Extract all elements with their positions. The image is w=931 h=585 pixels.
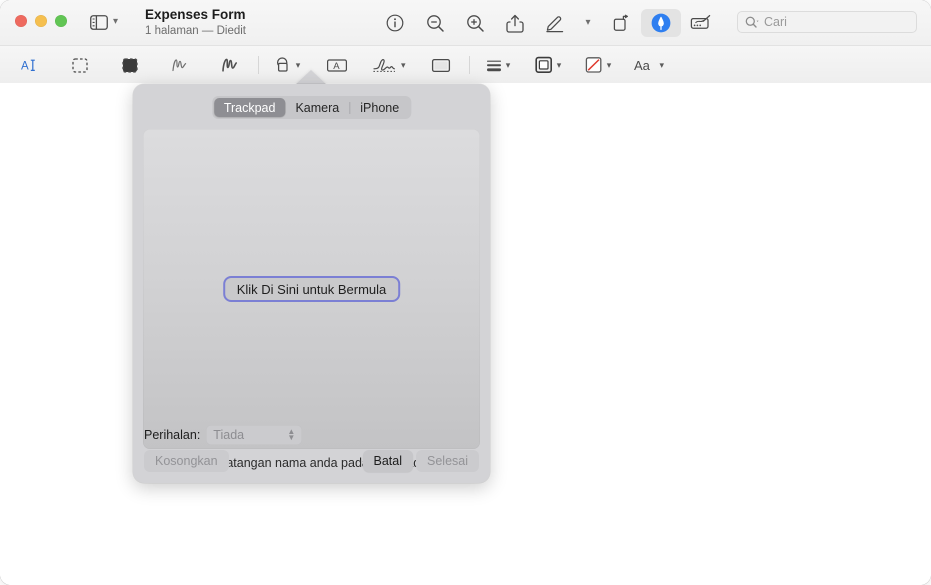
chevron-down-icon: ▾: [659, 59, 665, 70]
description-value: Tiada: [213, 428, 245, 442]
shape-style-button[interactable]: ▾: [480, 51, 516, 79]
highlight-button[interactable]: [641, 9, 681, 37]
fill-color-icon: [584, 56, 604, 74]
minimize-button[interactable]: [35, 15, 47, 27]
document-subtitle: 1 halaman — Diedit: [145, 25, 246, 37]
signature-button[interactable]: ▾: [369, 51, 409, 79]
zoom-in-icon: [466, 14, 485, 33]
highlight-icon: [650, 12, 672, 34]
rotate-button[interactable]: [601, 9, 641, 37]
rectangular-selection-icon: [71, 57, 89, 74]
font-style-button[interactable]: Aa ▾: [630, 51, 668, 79]
popover-tail: [295, 70, 327, 85]
note-icon: [431, 57, 451, 74]
sketch-icon: [170, 56, 190, 74]
signature-tool-button[interactable]: [681, 9, 721, 37]
info-icon: [386, 14, 404, 32]
search-input[interactable]: Cari: [737, 11, 917, 33]
description-row: Perihalan: Tiada ▲ ▼: [144, 425, 303, 445]
text-selection-icon: A: [20, 57, 40, 74]
description-label: Perihalan:: [144, 428, 201, 442]
share-button[interactable]: [495, 9, 535, 37]
border-color-icon: [534, 56, 554, 74]
chevron-down-icon: ▾: [585, 17, 591, 28]
rotate-icon: [612, 13, 631, 33]
chevron-down-icon: ▾: [505, 59, 511, 70]
svg-text:Aa: Aa: [634, 58, 651, 73]
markup-more-button[interactable]: ▾: [575, 9, 601, 37]
svg-text:A: A: [333, 61, 340, 72]
tab-kamera[interactable]: Kamera: [285, 98, 349, 117]
page-title: Expenses Form: [145, 7, 246, 22]
popover-button-row: Kosongkan Batal Selesai: [133, 450, 490, 476]
text-box-icon: A: [326, 57, 348, 74]
titlebar-toolbar: ▾: [375, 8, 721, 38]
rectangular-selection-button[interactable]: [62, 51, 98, 79]
zoom-out-button[interactable]: [415, 9, 455, 37]
sidebar-toggle-button[interactable]: ▾: [90, 11, 118, 33]
markup-pen-button[interactable]: [535, 9, 575, 37]
draw-button[interactable]: [212, 51, 248, 79]
chevron-down-icon: ▾: [113, 16, 119, 27]
signature-source-tabs: Trackpad Kamera iPhone: [211, 96, 412, 119]
stepper-updown-icon: ▲ ▼: [287, 427, 296, 442]
shape-style-icon: [485, 57, 503, 74]
signature-icon: [372, 56, 398, 74]
signature-tool-icon: [690, 14, 712, 33]
note-button[interactable]: [423, 51, 459, 79]
pdf-viewer-window: ▾ Expenses Form 1 halaman — Diedit ▾ Car…: [0, 0, 931, 585]
close-button[interactable]: [15, 15, 27, 27]
markup-pen-icon: [545, 14, 565, 33]
chevron-down-icon: ▾: [401, 59, 406, 70]
chevron-down-icon: ▾: [556, 59, 562, 70]
window-titlebar: ▾ Expenses Form 1 halaman — Diedit ▾ Car…: [0, 0, 931, 46]
instant-alpha-button[interactable]: [112, 51, 148, 79]
clear-button[interactable]: Kosongkan: [144, 450, 229, 472]
search-placeholder: Cari: [764, 15, 787, 29]
chevron-down-icon: ▾: [606, 59, 612, 70]
zoom-in-button[interactable]: [455, 9, 495, 37]
done-button[interactable]: Selesai: [416, 450, 479, 472]
chevron-down-icon: ▾: [295, 59, 301, 70]
document-title-block: Expenses Form 1 halaman — Diedit: [145, 7, 246, 38]
tab-trackpad[interactable]: Trackpad: [213, 98, 286, 117]
fill-color-button[interactable]: ▾: [580, 51, 616, 79]
cancel-button[interactable]: Batal: [362, 450, 413, 472]
shapes-icon: [274, 56, 293, 74]
description-select[interactable]: Tiada ▲ ▼: [206, 425, 303, 445]
markup-toolbar: A ▾ A ▾ ▾ ▾ ▾ Aa ▾: [0, 46, 931, 85]
start-signing-button[interactable]: Klik Di Sini untuk Bermula: [222, 276, 401, 302]
info-button[interactable]: [375, 9, 415, 37]
border-color-button[interactable]: ▾: [530, 51, 566, 79]
signature-capture-popover: Trackpad Kamera iPhone Klik Di Sini untu…: [133, 84, 490, 483]
sidebar-icon: [90, 14, 108, 30]
draw-icon: [220, 56, 240, 74]
maximize-button[interactable]: [55, 15, 67, 27]
svg-text:A: A: [21, 60, 29, 72]
search-icon: [745, 16, 760, 29]
instant-alpha-icon: [121, 57, 139, 74]
tab-iphone[interactable]: iPhone: [350, 98, 409, 117]
signature-drawing-pad[interactable]: Klik Di Sini untuk Bermula: [143, 129, 480, 449]
sketch-button[interactable]: [162, 51, 198, 79]
zoom-out-icon: [426, 14, 445, 33]
traffic-light-group: [15, 15, 67, 27]
text-selection-button[interactable]: A: [12, 51, 48, 79]
share-icon: [506, 14, 524, 33]
font-style-icon: Aa: [633, 57, 657, 74]
